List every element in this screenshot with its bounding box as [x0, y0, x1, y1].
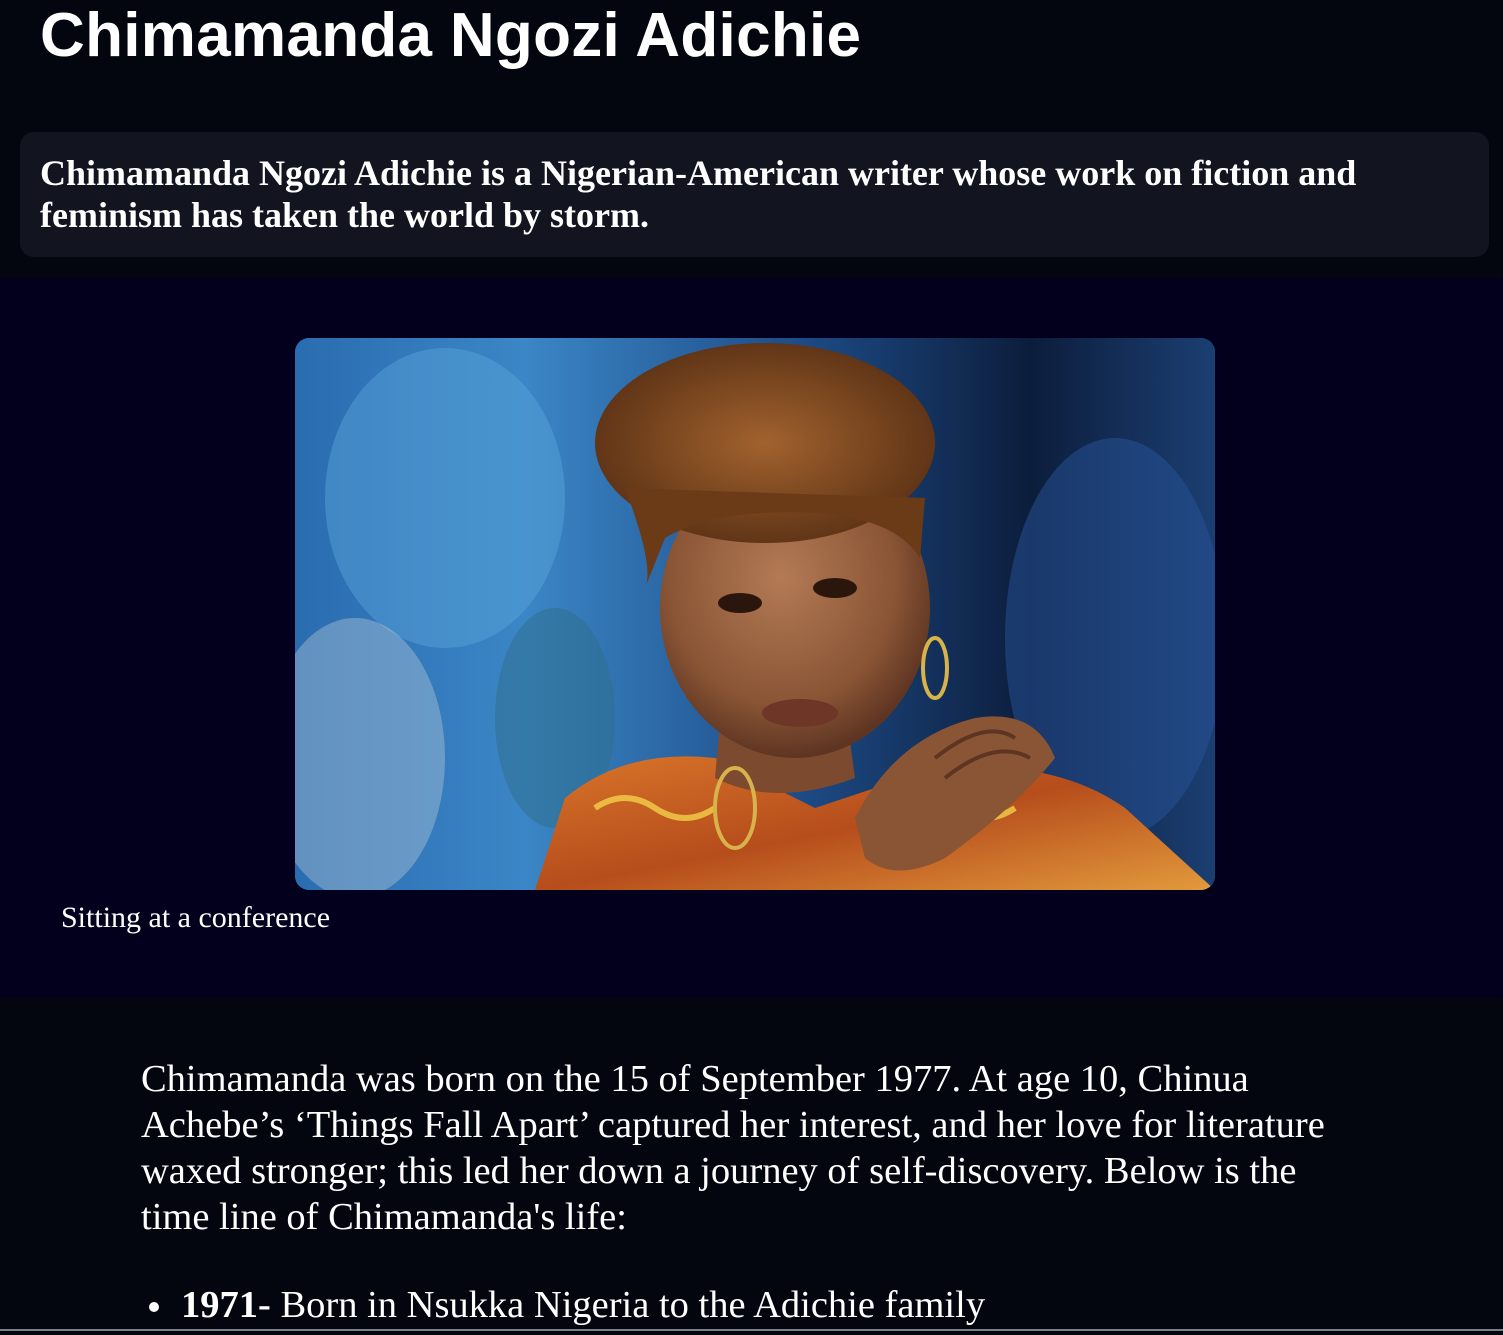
timeline-year: 1971-: [181, 1284, 271, 1326]
intro-card: Chimamanda Ngozi Adichie is a Nigerian-A…: [20, 132, 1489, 257]
page-header: Chimamanda Ngozi Adichie Chimamanda Ngoz…: [0, 0, 1503, 278]
page-title: Chimamanda Ngozi Adichie: [40, 1, 862, 70]
timeline-list: 1971- Born in Nsukka Nigeria to the Adic…: [141, 1282, 985, 1328]
bullet-icon: [149, 1302, 159, 1312]
list-item: 1971- Born in Nsukka Nigeria to the Adic…: [141, 1282, 985, 1328]
photo-section: Sitting at a conference: [0, 278, 1503, 998]
bio-section: Chimamanda was born on the 15 of Septemb…: [0, 998, 1503, 1335]
divider: [0, 1329, 1503, 1331]
intro-text: Chimamanda Ngozi Adichie is a Nigerian-A…: [40, 153, 1357, 235]
photo-caption: Sitting at a conference: [61, 901, 331, 934]
portrait-photo: [295, 338, 1215, 890]
timeline-event: Born in Nsukka Nigeria to the Adichie fa…: [270, 1284, 986, 1326]
bio-paragraph: Chimamanda was born on the 15 of Septemb…: [141, 1058, 1325, 1238]
